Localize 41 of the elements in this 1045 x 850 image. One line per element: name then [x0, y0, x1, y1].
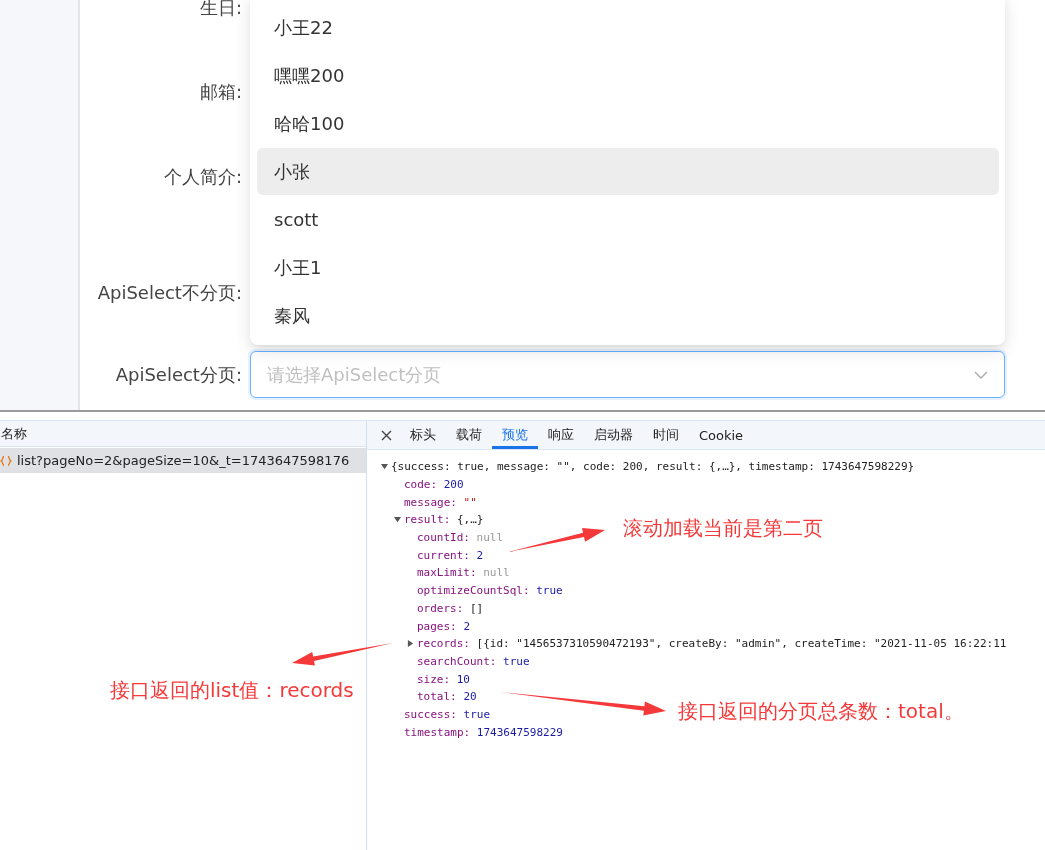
dropdown-option[interactable]: 小张 — [257, 148, 999, 195]
annotation-text: 滚动加载当前是第二页 — [623, 515, 823, 542]
request-row[interactable]: list?pageNo=2&pageSize=10&_t=1743647598176 — [0, 448, 366, 473]
json-line: countId: null — [417, 531, 504, 545]
json-line: maxLimit: null — [417, 566, 510, 580]
devtools-tab[interactable]: 启动器 — [584, 421, 643, 449]
json-line: pages: 2 — [417, 619, 470, 633]
form-label: 生日: — [198, 0, 243, 20]
devtools-tab[interactable]: 响应 — [538, 421, 584, 449]
json-braces-icon — [0, 454, 12, 467]
json-line: optimizeCountSql: true — [417, 584, 563, 598]
devtools-tab[interactable]: 时间 — [643, 421, 689, 449]
chevron-down-icon — [974, 370, 988, 379]
expand-triangle-icon[interactable] — [381, 463, 388, 471]
json-line: success: true — [404, 707, 491, 721]
json-line: code: 200 — [404, 478, 464, 492]
form-label: ApiSelect分页: — [114, 362, 243, 387]
form-label: 个人简介: — [162, 165, 243, 189]
resize-bar[interactable] — [0, 410, 1045, 421]
json-line: size: 10 — [417, 672, 470, 686]
devtools-tab[interactable]: Cookie — [689, 421, 754, 449]
devtools-tab[interactable]: 载荷 — [446, 421, 492, 449]
json-line: searchCount: true — [417, 654, 530, 668]
json-line: timestamp: 1743647598229 — [404, 725, 563, 739]
expand-triangle-icon[interactable] — [394, 516, 401, 524]
json-line: total: 20 — [417, 690, 477, 704]
json-line[interactable]: records: [{id: "1456537310590472193", createBy: "admin", createTime: "2021-11-05 16:22:11 — [417, 637, 1007, 651]
devtools-tab[interactable]: 标头 — [400, 421, 446, 449]
form-label: ApiSelect不分页: — [96, 281, 243, 305]
json-line: current: 2 — [417, 548, 484, 562]
json-line[interactable]: result: {,…} — [404, 513, 484, 527]
column-header: 名称 — [0, 421, 366, 447]
annotation-text: 接口返回的分页总条数：total。 — [678, 698, 964, 725]
annotation-text: 接口返回的list值：records — [110, 677, 354, 704]
close-icon[interactable] — [381, 429, 392, 441]
collapsed-triangle-icon[interactable] — [407, 640, 414, 648]
json-line: orders: [] — [417, 601, 484, 615]
form-label: 邮箱: — [198, 80, 243, 104]
devtools-tab[interactable]: 预览 — [492, 421, 538, 449]
json-line: message: "" — [404, 495, 477, 509]
json-line[interactable]: {success: true, message: "", code: 200, result: {,…}, timestamp: 1743647598229} — [391, 460, 915, 474]
